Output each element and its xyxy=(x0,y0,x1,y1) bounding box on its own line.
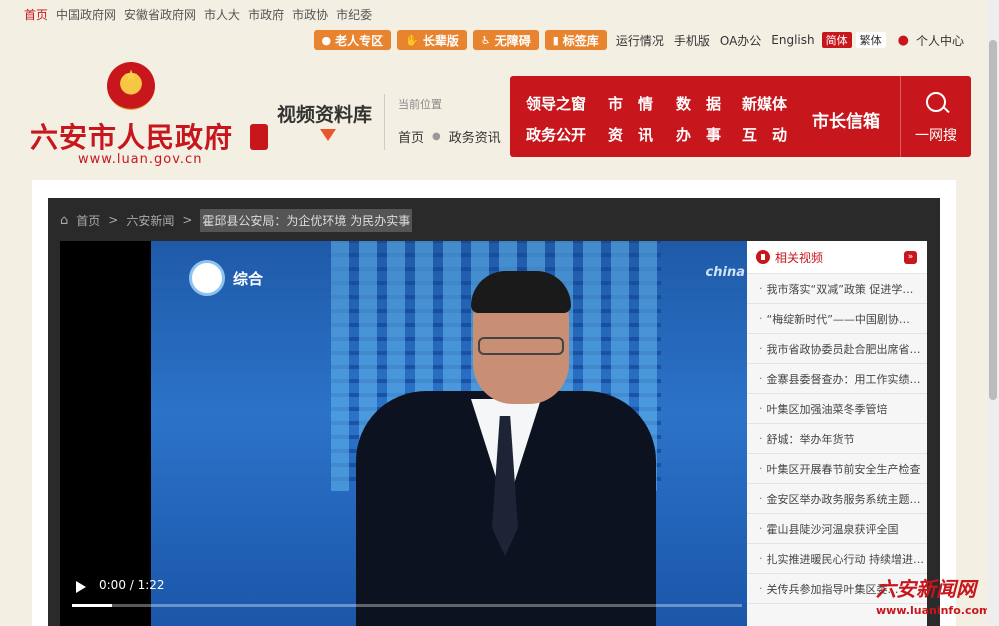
accessibility-label: 无障碍 xyxy=(494,33,531,48)
nav-gov-open[interactable]: 政务公开 xyxy=(526,124,586,145)
english-link[interactable]: English xyxy=(771,33,814,47)
search-label[interactable]: 一网搜 xyxy=(915,125,957,145)
video-time: 0:00 / 1:22 xyxy=(99,578,165,592)
mobile-link[interactable]: 手机版 xyxy=(674,32,710,49)
related-item[interactable]: 舒城：举办年货节 xyxy=(747,424,927,454)
top-links: 首页 中国政府网 安徽省政府网 市人大 市政府 市政协 市纪委 xyxy=(24,6,372,23)
divider xyxy=(384,94,385,150)
watermark-url: www.luaninfo.com xyxy=(876,604,991,617)
dot-separator-icon: ● xyxy=(432,131,441,142)
site-header: 六安市人民政府 www.luan.gov.cn 视频资料库 当前位置 首页 ● … xyxy=(0,56,999,176)
related-list: 我市落实“双减”政策 促进学…“梅绽新时代”——中国剧协…我市省政协委员赴合肥出… xyxy=(747,274,927,604)
anchor-glasses xyxy=(478,337,564,355)
more-arrow-icon[interactable]: » xyxy=(904,250,917,264)
nav-city-info[interactable]: 市 情 xyxy=(608,93,653,114)
location-news-link[interactable]: 政务资讯 xyxy=(449,127,501,146)
video-controls: 0:00 / 1:22 xyxy=(60,570,747,626)
elder-zone-button[interactable]: ● 老人专区 xyxy=(313,30,392,50)
user-icon: ● xyxy=(321,33,332,47)
senior-version-button[interactable]: ✋ 长辈版 xyxy=(397,30,467,50)
play-icon[interactable] xyxy=(76,581,86,593)
breadcrumb: ⌂ 首页 > 六安新闻 > 霍邱县公安局：为企优环境 为民办实事 xyxy=(60,208,413,232)
main-nav: 领导之窗 市 情 数 据 新媒体 政务公开 资 讯 办 事 互 动 市长信箱 一… xyxy=(510,76,971,157)
top-link-cppcc[interactable]: 市政协 xyxy=(292,6,328,23)
related-item[interactable]: 扎实推进暖民心行动 持续增进… xyxy=(747,544,927,574)
accessibility-button[interactable]: ♿ 无障碍 xyxy=(472,30,539,50)
film-icon xyxy=(756,250,770,264)
nav-new-media[interactable]: 新媒体 xyxy=(742,93,787,114)
toolbar: ● 老人专区 ✋ 长辈版 ♿ 无障碍 ▮ 标签库 运行情况 手机版 OA办公 E… xyxy=(313,30,968,50)
nav-interaction[interactable]: 互 动 xyxy=(742,124,787,145)
location-label: 当前位置 xyxy=(398,98,442,111)
top-link-npc[interactable]: 市人大 xyxy=(204,6,240,23)
top-link-anhui[interactable]: 安徽省政府网 xyxy=(124,6,196,23)
mayor-mailbox-link[interactable]: 市长信箱 xyxy=(812,107,880,132)
related-item[interactable]: 霍山县陡沙河温泉获评全国 xyxy=(747,514,927,544)
channel-label: 综合 xyxy=(233,270,264,288)
site-url: www.luan.gov.cn xyxy=(78,152,203,167)
nav-services[interactable]: 办 事 xyxy=(676,124,721,145)
oa-link[interactable]: OA办公 xyxy=(720,32,761,49)
location-home-link[interactable]: 首页 xyxy=(398,127,424,146)
related-item[interactable]: 叶集区加强油菜冬季管培 xyxy=(747,394,927,424)
top-link-discipline[interactable]: 市纪委 xyxy=(336,6,372,23)
breadcrumb-separator: > xyxy=(182,213,193,227)
person-icon: ● xyxy=(897,32,909,48)
tag-library-label: 标签库 xyxy=(562,33,599,48)
nav-leaders[interactable]: 领导之窗 xyxy=(526,93,586,114)
scrollbar[interactable] xyxy=(987,0,999,626)
triangle-down-icon xyxy=(320,129,336,141)
related-item[interactable]: 叶集区开展春节前安全生产检查 xyxy=(747,454,927,484)
hand-icon: ✋ xyxy=(405,33,419,47)
channel-logo-icon xyxy=(189,260,225,296)
watermark-logo: 六安新闻网 xyxy=(876,577,976,601)
breadcrumb-home[interactable]: 首页 xyxy=(76,212,100,229)
related-title: 相关视频 xyxy=(775,250,824,265)
scrollbar-thumb[interactable] xyxy=(989,40,997,400)
breadcrumb-luan-news[interactable]: 六安新闻 xyxy=(126,212,174,229)
progress-fill xyxy=(72,604,113,607)
seal-icon xyxy=(250,124,268,150)
status-link[interactable]: 运行情况 xyxy=(616,32,664,49)
senior-version-label: 长辈版 xyxy=(422,33,459,48)
wheelchair-icon: ♿ xyxy=(480,33,491,47)
nav-news[interactable]: 资 讯 xyxy=(608,124,653,145)
luaninfo-watermark: 六安新闻网 www.luaninfo.com xyxy=(876,573,994,623)
simplified-chinese-toggle[interactable]: 简体 xyxy=(821,32,852,48)
national-emblem-icon xyxy=(107,62,155,110)
elder-zone-label: 老人专区 xyxy=(335,33,384,48)
traditional-chinese-toggle[interactable]: 繁体 xyxy=(855,32,886,48)
related-header: 相关视频 » xyxy=(747,241,927,274)
breadcrumb-current: 霍邱县公安局：为企优环境 为民办实事 xyxy=(200,208,413,232)
personal-center-link[interactable]: 个人中心 xyxy=(916,32,964,49)
related-videos-panel: 相关视频 » 我市落实“双减”政策 促进学…“梅绽新时代”——中国剧协…我市省政… xyxy=(747,241,927,626)
related-item[interactable]: 金安区举办政务服务系统主题… xyxy=(747,484,927,514)
top-link-home[interactable]: 首页 xyxy=(24,6,48,23)
top-link-city-gov[interactable]: 市政府 xyxy=(248,6,284,23)
location-path: 首页 ● 政务资讯 xyxy=(398,127,501,146)
top-link-gov-cn[interactable]: 中国政府网 xyxy=(56,6,116,23)
related-item[interactable]: 我市省政协委员赴合肥出席省… xyxy=(747,334,927,364)
related-item[interactable]: “梅绽新时代”——中国剧协… xyxy=(747,304,927,334)
corner-logo-text: china xyxy=(705,265,745,280)
related-item[interactable]: 金寨县委督查办：用工作实绩… xyxy=(747,364,927,394)
tag-library-button[interactable]: ▮ 标签库 xyxy=(544,30,607,50)
related-item[interactable]: 我市落实“双减”政策 促进学… xyxy=(747,274,927,304)
bookmark-icon: ▮ xyxy=(552,33,559,47)
divider xyxy=(900,76,901,157)
top-bar: 首页 中国政府网 安徽省政府网 市人大 市政府 市政协 市纪委 xyxy=(0,0,999,28)
video-frame[interactable]: 综合 china xyxy=(151,241,747,626)
home-icon[interactable]: ⌂ xyxy=(60,213,68,228)
search-icon[interactable] xyxy=(926,92,946,112)
breadcrumb-separator: > xyxy=(108,213,119,227)
nav-data[interactable]: 数 据 xyxy=(676,93,721,114)
site-name[interactable]: 六安市人民政府 xyxy=(30,116,233,156)
progress-bar[interactable] xyxy=(72,604,742,607)
anchor-hair xyxy=(471,271,571,313)
section-title: 视频资料库 xyxy=(277,104,373,126)
